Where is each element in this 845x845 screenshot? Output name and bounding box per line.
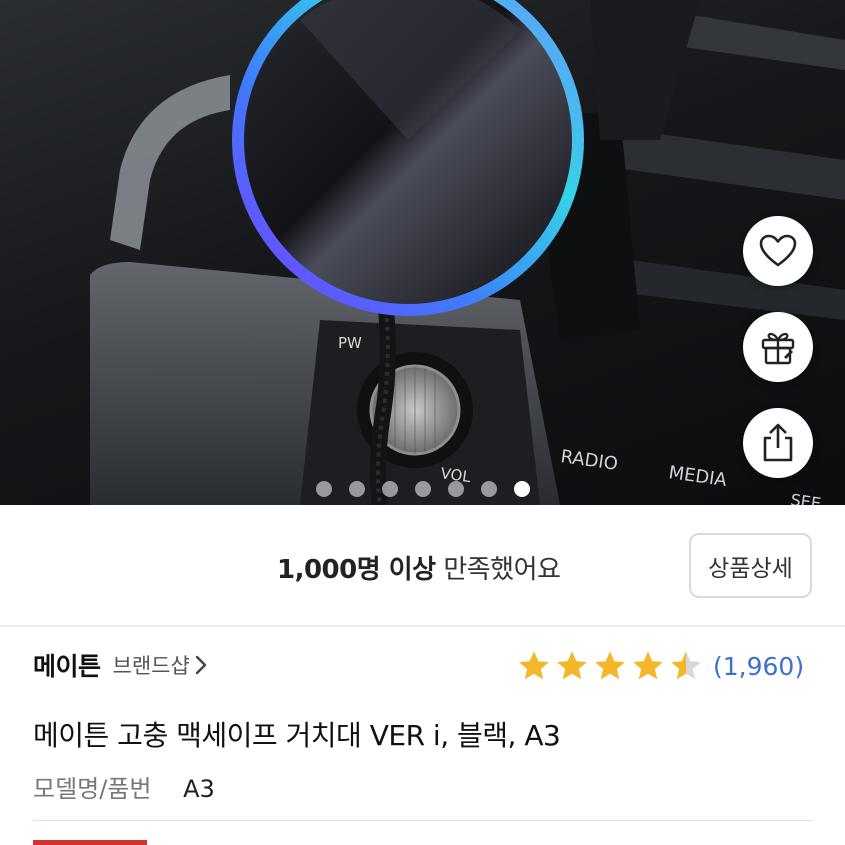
brand-link[interactable]: 메이튼 브랜드샵 [33,645,208,685]
carousel-dot[interactable] [348,481,365,497]
chevron-right-icon [194,654,208,676]
review-count[interactable]: (1,960) [713,652,804,681]
dash-label-pw: PW [338,334,362,352]
carousel-dot[interactable] [315,481,332,497]
product-detail-button[interactable]: 상품상세 [689,533,812,598]
gift-icon [761,332,795,365]
satisfaction-summary: 1,000명 이상 만족했어요 [277,549,561,586]
badge-bar [33,840,147,845]
section-divider [0,625,845,627]
product-photo-scene: RADIO MEDIA VOL PW SEE [90,0,845,505]
star-icon [595,651,625,680]
brand-name: 메이튼 [33,652,101,681]
star-icon [671,651,701,680]
satisfaction-count: 1,000명 이상 [277,555,436,585]
dash-label-radio: RADIO [559,446,619,475]
product-image[interactable]: RADIO MEDIA VOL PW SEE [0,0,845,505]
carousel-dot[interactable] [480,481,497,497]
brand-shop-link[interactable]: 브랜드샵 [113,650,190,680]
gift-button[interactable] [743,312,813,382]
share-icon [763,423,793,462]
star-icon [557,651,587,680]
share-button[interactable] [743,408,813,478]
carousel-dot-active[interactable] [513,481,530,497]
wishlist-button[interactable] [743,216,813,286]
heart-icon [759,234,797,267]
carousel-dot[interactable] [447,481,464,497]
product-title: 메이튼 고충 맥세이프 거치대 VER i, 블랙, A3 [33,719,561,752]
carousel-indicator [0,481,845,497]
model-value: A3 [183,775,215,803]
satisfaction-suffix: 만족했어요 [443,555,561,585]
info-divider [33,820,812,821]
model-label: 모델명/품번 [33,775,152,803]
star-icon [519,651,549,680]
rating-summary[interactable]: (1,960) [517,646,804,686]
model-info: 모델명/품번 A3 [33,769,215,804]
star-icon [633,651,663,680]
satisfaction-section: 1,000명 이상 만족했어요 상품상세 [0,505,845,625]
carousel-dot[interactable] [381,481,398,497]
carousel-dot[interactable] [414,481,431,497]
star-rating [517,650,703,682]
